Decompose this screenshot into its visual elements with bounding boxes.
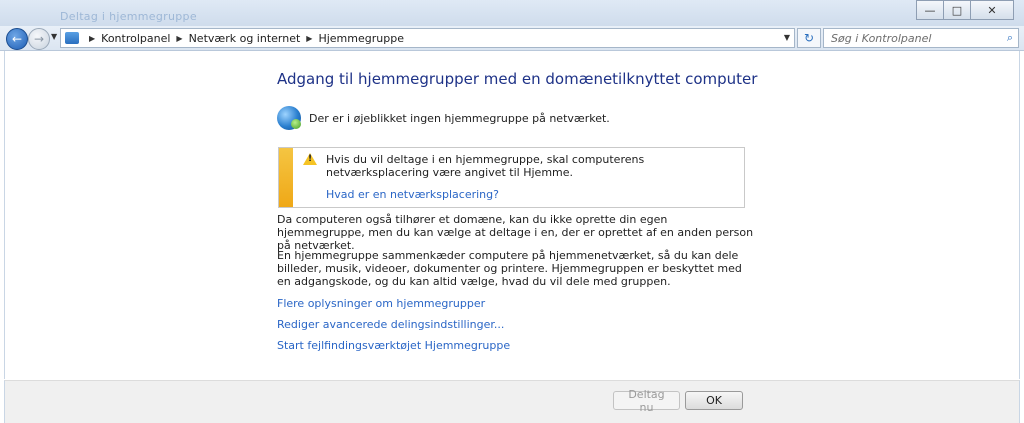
warning-icon: [303, 153, 317, 165]
chevron-right-icon[interactable]: ▶: [306, 34, 312, 43]
address-bar[interactable]: ▶ Kontrolpanel ▶ Netværk og internet ▶ H…: [60, 28, 795, 48]
button-bar: Deltag nu OK: [4, 380, 1020, 423]
search-icon[interactable]: ⌕: [1007, 31, 1013, 45]
refresh-button[interactable]: ↻: [797, 28, 821, 48]
warning-text: Hvis du vil deltage i en hjemmegruppe, s…: [326, 153, 645, 179]
window-title: Deltag i hjemmegruppe: [60, 10, 197, 23]
control-panel-icon: [65, 32, 79, 44]
back-button[interactable]: ←: [6, 28, 28, 50]
chevron-right-icon[interactable]: ▶: [176, 34, 182, 43]
more-info-link[interactable]: Flere oplysninger om hjemmegrupper: [277, 297, 485, 310]
content-pane: Adgang til hjemmegrupper med en domæneti…: [4, 51, 1020, 379]
page-title: Adgang til hjemmegrupper med en domæneti…: [277, 70, 758, 88]
minimize-button[interactable]: —: [916, 0, 944, 20]
homegroup-paragraph: En hjemmegruppe sammenkæder computere på…: [277, 249, 742, 288]
network-location-link[interactable]: Hvad er en netværksplacering?: [326, 188, 499, 201]
breadcrumb-hjemmegruppe[interactable]: Hjemmegruppe: [318, 32, 404, 45]
maximize-button[interactable]: □: [944, 0, 971, 20]
navigation-bar: ← → ▼ ▶ Kontrolpanel ▶ Netværk og intern…: [0, 26, 1024, 51]
join-now-button[interactable]: Deltag nu: [613, 388, 680, 414]
search-box[interactable]: ⌕: [823, 28, 1019, 48]
network-status: Der er i øjeblikket ingen hjemmegruppe p…: [277, 106, 610, 130]
forward-button[interactable]: →: [28, 28, 50, 50]
troubleshooter-link[interactable]: Start fejlfindingsværktøjet Hjemmegruppe: [277, 339, 510, 352]
address-dropdown-icon[interactable]: ▼: [784, 33, 790, 42]
close-button[interactable]: ✕: [971, 0, 1014, 20]
warning-box: Hvis du vil deltage i en hjemmegruppe, s…: [278, 147, 745, 208]
window-controls: — □ ✕: [916, 0, 1014, 20]
search-input[interactable]: [829, 30, 993, 46]
ok-button[interactable]: OK: [685, 391, 743, 410]
network-globe-icon: [277, 106, 301, 130]
title-bar: Deltag i hjemmegruppe — □ ✕: [0, 0, 1024, 27]
breadcrumb-kontrolpanel[interactable]: Kontrolpanel: [101, 32, 170, 45]
domain-paragraph: Da computeren også tilhører et domæne, k…: [277, 213, 754, 252]
breadcrumb-netvaerk[interactable]: Netværk og internet: [189, 32, 301, 45]
status-text: Der er i øjeblikket ingen hjemmegruppe p…: [309, 111, 610, 125]
warning-bar: [279, 148, 293, 207]
advanced-sharing-link[interactable]: Rediger avancerede delingsindstillinger.…: [277, 318, 504, 331]
recent-pages-dropdown-icon[interactable]: ▼: [51, 32, 57, 41]
chevron-right-icon[interactable]: ▶: [89, 34, 95, 43]
